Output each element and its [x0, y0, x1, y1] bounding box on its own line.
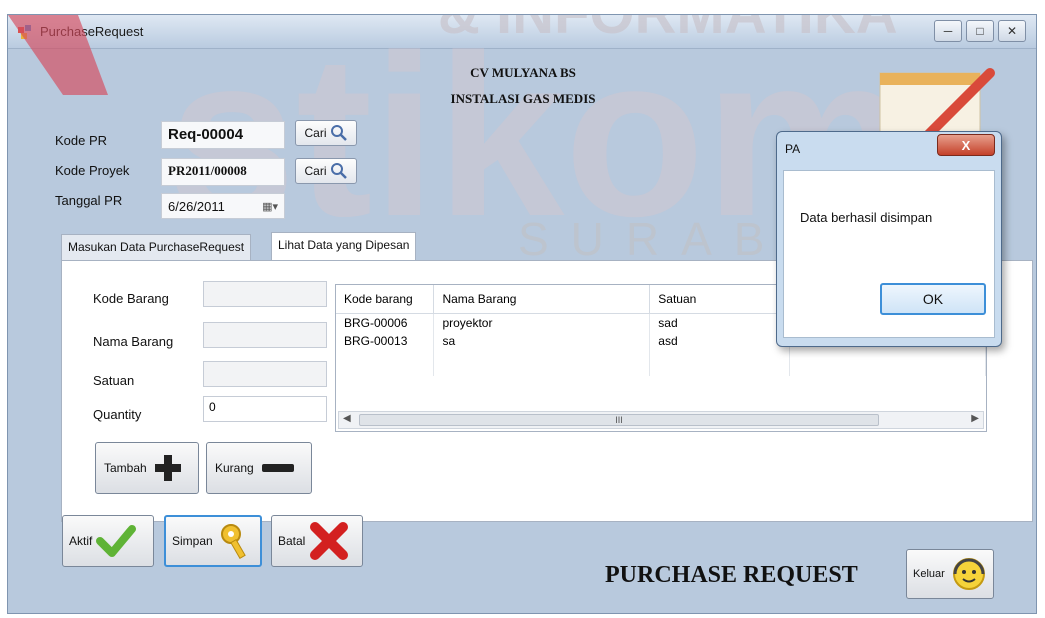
kode-pr-label: Kode PR: [55, 133, 108, 148]
grid-header-cell[interactable]: Kode barang: [336, 285, 435, 314]
maximize-button[interactable]: □: [966, 20, 994, 42]
calendar-dropdown-icon: ▦▾: [262, 200, 278, 213]
dialog-title: PA: [785, 142, 801, 156]
headset-icon: [952, 558, 985, 590]
kode-barang-label: Kode Barang: [93, 291, 169, 306]
tanggal-pr-label: Tanggal PR: [55, 193, 123, 208]
kurang-label: Kurang: [215, 461, 254, 475]
kode-proyek-label: Kode Proyek: [55, 163, 130, 178]
title-bar: PurchaseRequest ─ □ ✕: [8, 15, 1036, 49]
ok-button[interactable]: OK: [880, 283, 986, 315]
grid-header-cell[interactable]: Nama Barang: [433, 285, 651, 314]
checkmark-icon: [96, 525, 137, 557]
table-row: [336, 349, 986, 376]
plus-icon: [154, 455, 181, 481]
grid-cell: BRG-00006: [336, 313, 435, 332]
cari-kode-proyek-button[interactable]: Cari: [295, 158, 357, 184]
grid-cell: BRG-00013: [336, 331, 435, 350]
simpan-label: Simpan: [172, 534, 213, 548]
grid-cell: asd: [649, 331, 791, 350]
company-tagline: INSTALASI GAS MEDIS: [450, 91, 596, 106]
quantity-label: Quantity: [93, 407, 142, 422]
close-icon: ✕: [1006, 24, 1018, 38]
dialog-close-button[interactable]: X: [937, 134, 995, 156]
horizontal-scrollbar[interactable]: ◀ III ▶: [338, 411, 984, 429]
minimize-button[interactable]: ─: [934, 20, 962, 42]
satuan-input[interactable]: [203, 361, 327, 387]
window-title: PurchaseRequest: [40, 24, 144, 39]
cari-kode-pr-button[interactable]: Cari: [295, 120, 357, 146]
close-window-button[interactable]: ✕: [998, 20, 1026, 42]
tambah-label: Tambah: [104, 461, 147, 475]
grid-cell: sa: [433, 331, 651, 350]
maximize-icon: □: [976, 24, 984, 38]
kode-barang-input[interactable]: [203, 281, 327, 307]
tab-masukan-data[interactable]: Masukan Data PurchaseRequest: [61, 234, 252, 260]
dialog-message: Data berhasil disimpan: [800, 210, 933, 225]
nama-barang-input[interactable]: [203, 322, 327, 348]
kurang-button[interactable]: Kurang: [206, 442, 312, 494]
grid-cell: proyektor: [433, 313, 651, 332]
aktif-label: Aktif: [69, 534, 93, 548]
key-icon: [220, 524, 246, 559]
tanggal-pr-datepicker[interactable]: 6/26/2011 ▦▾: [161, 193, 285, 219]
keluar-button[interactable]: Keluar: [906, 549, 994, 599]
page-title: PURCHASE REQUEST: [605, 562, 858, 588]
nama-barang-label: Nama Barang: [93, 334, 174, 349]
tambah-button[interactable]: Tambah: [95, 442, 199, 494]
cari-label: Cari: [304, 126, 327, 140]
search-icon: [330, 163, 347, 179]
kode-proyek-field[interactable]: PR2011/00008: [161, 158, 285, 186]
grid-header-cell[interactable]: Satuan: [649, 285, 791, 314]
tab-lihat-data[interactable]: Lihat Data yang Dipesan: [271, 232, 417, 260]
scroll-thumb[interactable]: III: [359, 414, 879, 426]
kode-pr-field[interactable]: Req-00004: [161, 121, 285, 149]
aktif-button[interactable]: Aktif: [62, 515, 154, 567]
company-name: CV MULYANA BS: [470, 65, 576, 80]
batal-label: Batal: [278, 534, 306, 548]
simpan-button[interactable]: Simpan: [164, 515, 262, 567]
batal-button[interactable]: Batal: [271, 515, 363, 567]
scroll-right-icon[interactable]: ▶: [971, 413, 979, 424]
minus-icon: [261, 464, 294, 472]
search-icon: [330, 125, 347, 141]
scroll-left-icon[interactable]: ◀: [343, 413, 351, 424]
message-dialog: PA X Data berhasil disimpan OK: [776, 131, 1002, 347]
minimize-icon: ─: [943, 24, 953, 38]
keluar-label: Keluar: [913, 568, 945, 580]
cari-label: Cari: [304, 164, 327, 178]
satuan-label: Satuan: [93, 373, 135, 388]
quantity-input[interactable]: 0: [203, 396, 327, 422]
close-icon: X: [961, 137, 971, 153]
tanggal-pr-value: 6/26/2011: [168, 198, 225, 214]
x-cancel-icon: [310, 522, 349, 560]
grid-cell: sad: [649, 313, 791, 332]
dialog-body: Data berhasil disimpan OK: [783, 170, 995, 338]
app-icon: [18, 25, 31, 39]
